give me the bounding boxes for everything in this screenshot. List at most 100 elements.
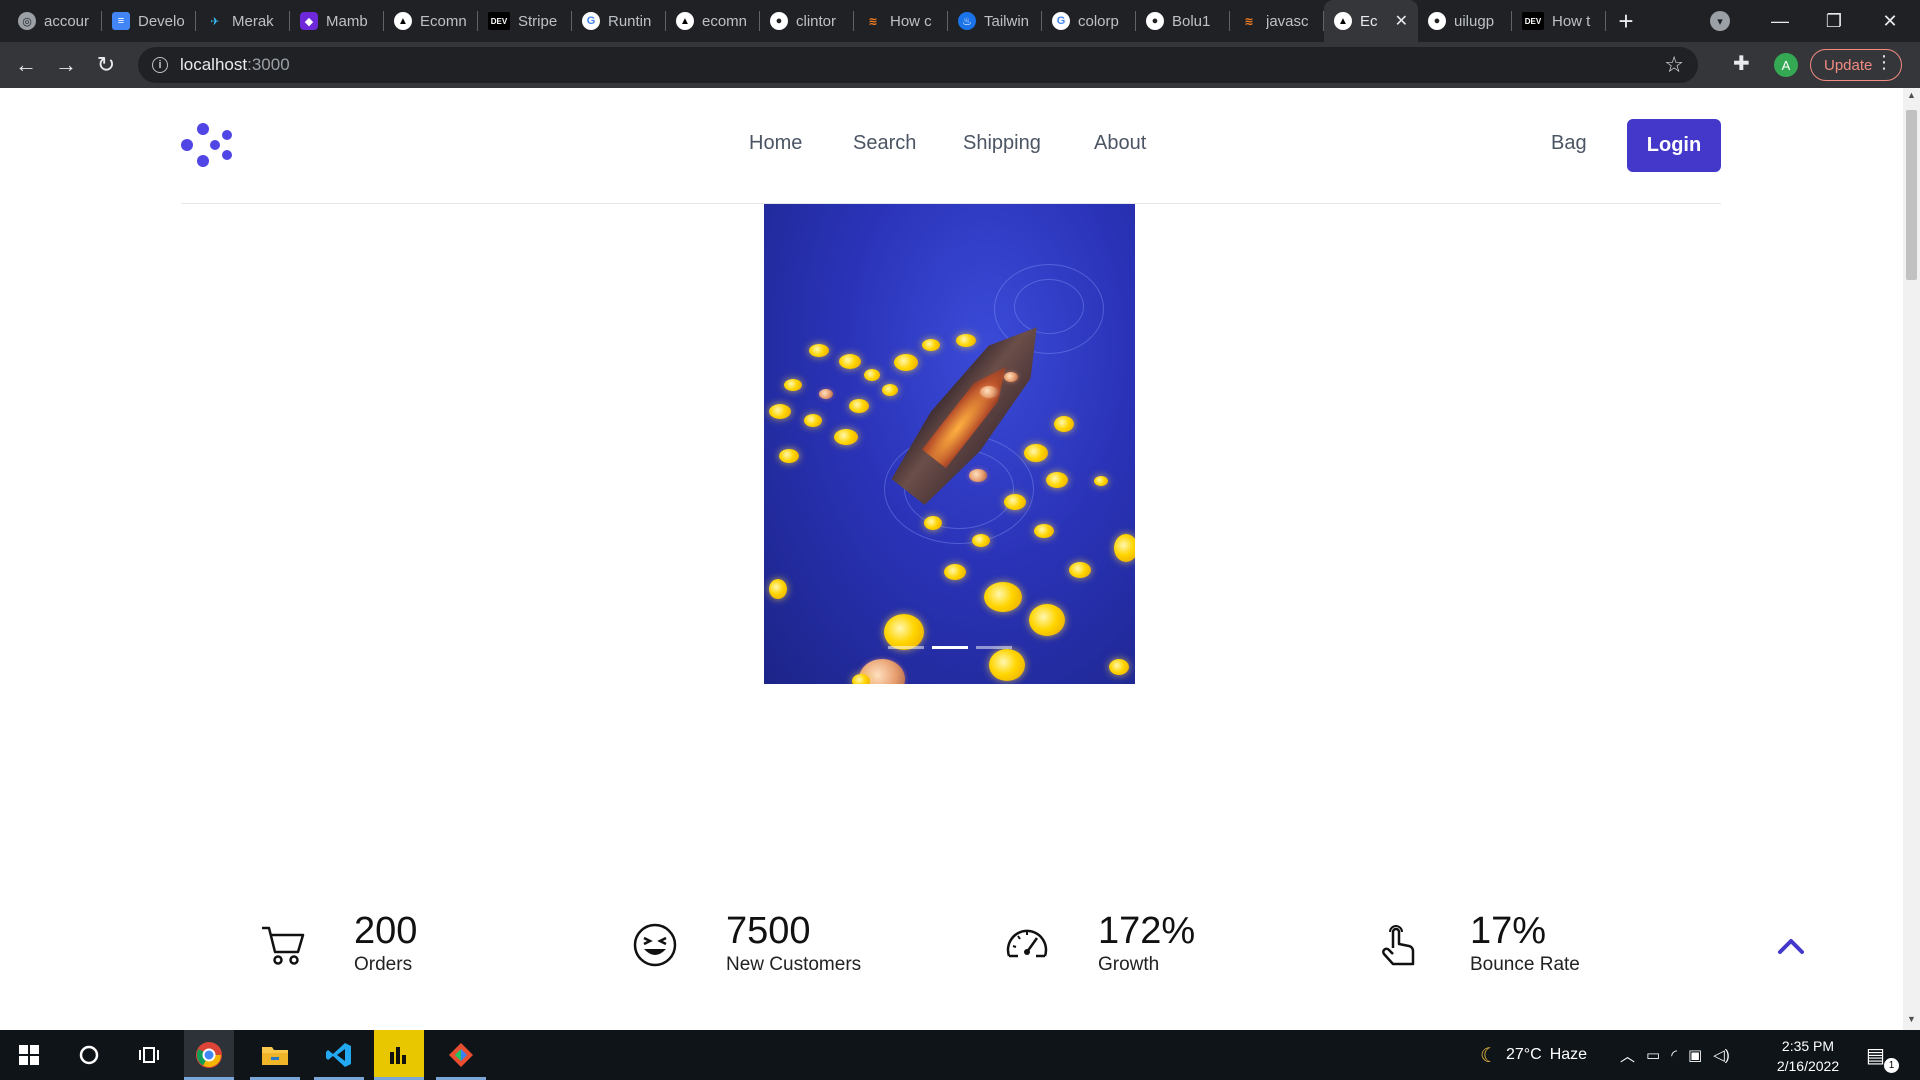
browser-tab[interactable]: ▲ ecomn bbox=[666, 0, 760, 42]
profile-avatar[interactable]: A bbox=[1774, 53, 1798, 77]
weather-desc: Haze bbox=[1549, 1046, 1588, 1063]
browser-tab-strip: ◎ accour ≡ Develo ✈ Merak ◆ Mamb ▲ Ecomn DEV Stripe… bbox=[0, 0, 1920, 42]
bookmark-star-icon[interactable]: ☆ bbox=[1664, 52, 1684, 78]
bag-link[interactable]: Bag bbox=[1551, 132, 1587, 155]
notification-icon[interactable]: ▤ bbox=[1866, 1043, 1885, 1068]
back-arrow-icon[interactable]: ← bbox=[6, 45, 46, 85]
windows-taskbar: ☾ 27°C Haze ︿ ▭ ◜ ▣ ◁) 2:35 PM 2/16/2022… bbox=[0, 1030, 1920, 1080]
scroll-up-arrow-icon[interactable]: ▲ bbox=[1903, 90, 1920, 104]
notification-badge: 1 bbox=[1884, 1058, 1899, 1073]
pointer-hand-icon bbox=[1382, 925, 1415, 966]
floating-lantern bbox=[834, 429, 858, 445]
moon-cloud-icon: ☾ bbox=[1480, 1044, 1498, 1067]
floating-lantern bbox=[1054, 416, 1074, 432]
tab-title: ecomn bbox=[702, 12, 748, 30]
close-window-button[interactable]: ✕ bbox=[1862, 0, 1918, 42]
browser-tab[interactable]: ● clintor bbox=[760, 0, 854, 42]
taskbar-clock[interactable]: 2:35 PM 2/16/2022 bbox=[1770, 1036, 1846, 1076]
page-scrollbar[interactable]: ▲ ▼ bbox=[1903, 88, 1920, 1030]
tab-title: colorp bbox=[1078, 12, 1119, 30]
task-view-icon[interactable] bbox=[124, 1030, 174, 1080]
carousel-indicator[interactable] bbox=[931, 646, 968, 649]
browser-tab[interactable]: Gcolorp bbox=[1042, 0, 1136, 42]
extensions-puzzle-icon[interactable]: ✚ bbox=[1733, 51, 1750, 76]
floating-lantern bbox=[849, 399, 869, 413]
clock-time: 2:35 PM bbox=[1781, 1038, 1835, 1054]
browser-tab[interactable]: ≋ How c bbox=[854, 0, 948, 42]
floating-lantern bbox=[1004, 494, 1026, 510]
browser-tab[interactable]: ♨ Tailwin bbox=[948, 0, 1042, 42]
file-explorer-icon[interactable] bbox=[250, 1030, 300, 1080]
reload-icon[interactable]: ↻ bbox=[86, 45, 126, 85]
nav-link-home[interactable]: Home bbox=[749, 132, 802, 155]
floating-lantern bbox=[809, 344, 829, 357]
floating-lantern bbox=[1094, 476, 1108, 486]
browser-tab[interactable]: ▲ Ecomn bbox=[384, 0, 478, 42]
browser-tab[interactable]: ▲ Ec ✕ bbox=[1324, 0, 1418, 42]
browser-tab[interactable]: ● uilugp bbox=[1418, 0, 1512, 42]
nav-link-shipping[interactable]: Shipping bbox=[963, 132, 1041, 155]
scroll-down-arrow-icon[interactable]: ▼ bbox=[1903, 1014, 1920, 1028]
search-circle-icon[interactable] bbox=[64, 1030, 114, 1080]
browser-tab[interactable]: ◆ Mamb bbox=[290, 0, 384, 42]
browser-tab[interactable]: ◎ accour bbox=[8, 0, 102, 42]
globe-icon: ◎ bbox=[18, 12, 36, 30]
tab-title: Merak bbox=[232, 12, 274, 30]
powerbi-icon[interactable] bbox=[374, 1030, 424, 1080]
wifi-icon[interactable]: ◜ bbox=[1671, 1046, 1677, 1064]
speaker-icon[interactable]: ◁) bbox=[1713, 1046, 1730, 1064]
git-client-icon[interactable] bbox=[436, 1030, 486, 1080]
browser-tab[interactable]: ● Bolu1 bbox=[1136, 0, 1230, 42]
nav-link-about[interactable]: About bbox=[1094, 132, 1146, 155]
browser-tab[interactable]: DEV Stripe bbox=[478, 0, 572, 42]
login-button[interactable]: Login bbox=[1627, 119, 1721, 172]
browser-tab[interactable]: ≋ javasc bbox=[1230, 0, 1324, 42]
battery-icon[interactable]: ▭ bbox=[1646, 1046, 1660, 1064]
forward-arrow-icon[interactable]: → bbox=[46, 45, 86, 85]
maximize-button[interactable]: ❐ bbox=[1806, 0, 1862, 42]
floating-lantern bbox=[980, 386, 998, 398]
tab-close-icon[interactable]: ✕ bbox=[1395, 11, 1408, 31]
weather-widget[interactable]: ☾ 27°C Haze bbox=[1480, 1030, 1587, 1080]
bird-icon: ✈ bbox=[210, 15, 220, 28]
carousel-indicator[interactable] bbox=[887, 646, 924, 649]
nav-link-search[interactable]: Search bbox=[853, 132, 916, 155]
github-icon: ● bbox=[1146, 12, 1164, 30]
system-tray: ︿ ▭ ◜ ▣ ◁) bbox=[1620, 1030, 1730, 1080]
vscode-icon[interactable] bbox=[314, 1030, 364, 1080]
speedometer-icon bbox=[1006, 929, 1048, 958]
tab-search-icon[interactable]: ▾ bbox=[1710, 11, 1730, 31]
chrome-taskbar-icon[interactable] bbox=[184, 1030, 234, 1080]
dev-icon: DEV bbox=[1522, 12, 1544, 30]
floating-lantern bbox=[984, 582, 1022, 612]
info-icon[interactable]: i bbox=[152, 57, 168, 73]
brand-logo-icon[interactable] bbox=[181, 121, 233, 169]
browser-tab[interactable]: ✈ Merak bbox=[196, 0, 290, 42]
back-to-top-chevron-icon[interactable] bbox=[1776, 934, 1806, 958]
carousel-indicator[interactable] bbox=[975, 646, 1012, 649]
hero-carousel[interactable] bbox=[764, 204, 1135, 684]
floating-lantern bbox=[956, 334, 976, 347]
mamba-icon: ◆ bbox=[300, 12, 318, 30]
kebab-menu-icon[interactable]: ⋮ bbox=[1875, 52, 1893, 73]
meet-now-icon[interactable]: ▣ bbox=[1688, 1046, 1702, 1064]
scroll-thumb[interactable] bbox=[1906, 110, 1917, 280]
github-icon: ● bbox=[1428, 12, 1446, 30]
chevron-up-icon[interactable]: ︿ bbox=[1620, 1045, 1635, 1066]
carousel-indicators bbox=[764, 646, 1135, 649]
windows-start-icon[interactable] bbox=[4, 1030, 54, 1080]
floating-lantern bbox=[969, 469, 987, 482]
browser-tab[interactable]: DEV How t bbox=[1512, 0, 1606, 42]
new-tab-button[interactable]: + bbox=[1606, 0, 1646, 42]
floating-lantern bbox=[852, 674, 870, 684]
update-button[interactable]: Update ⋮ bbox=[1810, 49, 1902, 81]
stat-value: 172% bbox=[1098, 910, 1196, 952]
minimize-button[interactable]: — bbox=[1752, 0, 1808, 42]
floating-lantern bbox=[1029, 604, 1065, 636]
vercel-icon: ▲ bbox=[394, 12, 412, 30]
browser-tab[interactable]: ≡ Develo bbox=[102, 0, 196, 42]
address-bar[interactable]: i localhost:3000 ☆ bbox=[138, 47, 1698, 83]
floating-lantern bbox=[839, 354, 861, 369]
tab-title: Ecomn bbox=[420, 12, 467, 30]
browser-tab[interactable]: G Runtin bbox=[572, 0, 666, 42]
